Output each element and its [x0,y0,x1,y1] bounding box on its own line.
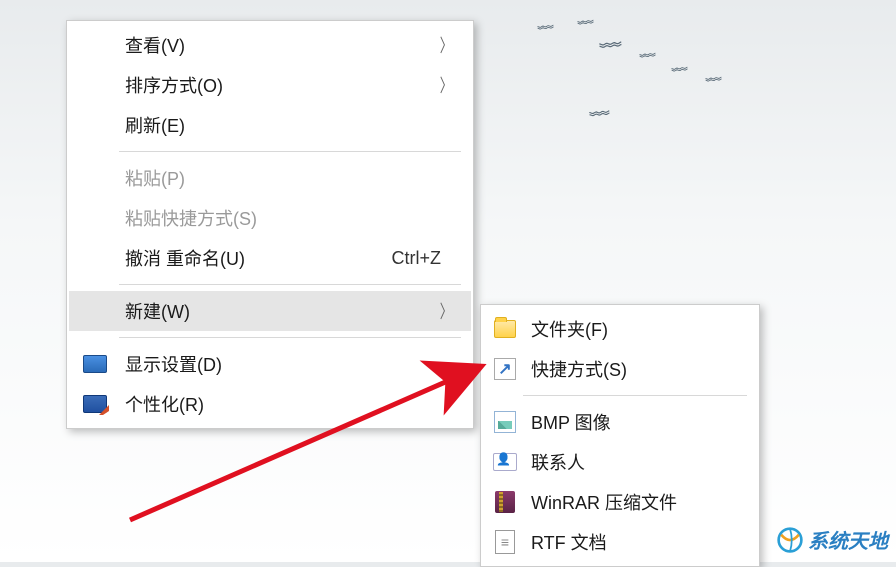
menu-separator [119,337,461,338]
menu-paste-shortcut: 粘贴快捷方式(S) [69,198,471,238]
menu-personalize[interactable]: 个性化(R) [69,384,471,424]
watermark: 系统天地 [776,525,888,554]
submenu-shortcut-label: 快捷方式(S) [531,356,745,382]
submenu-bmp-label: BMP 图像 [531,409,745,435]
bmp-file-icon [493,410,517,434]
bird-decoration: ﹌ [671,61,689,86]
shortcut-icon [493,357,517,381]
menu-refresh-label: 刷新(E) [125,112,459,138]
menu-paste-shortcut-label: 粘贴快捷方式(S) [125,205,459,231]
menu-refresh[interactable]: 刷新(E) [69,105,471,145]
personalize-icon [83,392,107,416]
submenu-shortcut[interactable]: 快捷方式(S) [483,349,757,389]
submenu-bmp[interactable]: BMP 图像 [483,402,757,442]
chevron-right-icon: 〉 [440,298,453,324]
menu-separator [119,151,461,152]
menu-undo-label: 撤消 重命名(U) [125,245,392,271]
menu-separator [523,395,747,396]
globe-icon [776,526,804,554]
bird-decoration: ﹌ [589,104,611,135]
submenu-rtf-label: RTF 文档 [531,529,745,555]
bird-decoration: ﹌ [705,71,723,96]
menu-personalize-label: 个性化(R) [125,391,459,417]
rtf-file-icon [493,530,517,554]
chevron-right-icon: 〉 [440,32,453,58]
bird-decoration: ﹌ [599,35,624,69]
menu-new[interactable]: 新建(W) 〉 [69,291,471,331]
menu-undo-rename[interactable]: 撤消 重命名(U) Ctrl+Z [69,238,471,278]
bird-decoration: ﹌ [577,14,595,39]
bird-decoration: ﹌ [639,47,657,72]
menu-display-settings[interactable]: 显示设置(D) [69,344,471,384]
menu-view-label: 查看(V) [125,32,459,58]
submenu-winrar[interactable]: WinRAR 压缩文件 [483,482,757,522]
contact-icon [493,450,517,474]
menu-display-label: 显示设置(D) [125,351,459,377]
desktop-context-menu: 查看(V) 〉 排序方式(O) 〉 刷新(E) 粘贴(P) 粘贴快捷方式(S) … [66,20,474,429]
menu-paste-label: 粘贴(P) [125,165,459,191]
menu-sort-label: 排序方式(O) [125,72,459,98]
watermark-text: 系统天地 [808,525,888,554]
folder-icon [493,317,517,341]
menu-view[interactable]: 查看(V) 〉 [69,25,471,65]
submenu-winrar-label: WinRAR 压缩文件 [531,489,745,515]
submenu-contact[interactable]: 联系人 [483,442,757,482]
new-submenu: 文件夹(F) 快捷方式(S) BMP 图像 联系人 WinRAR 压缩文件 RT… [480,304,760,567]
bird-decoration: ﹌ [537,19,555,44]
menu-paste: 粘贴(P) [69,158,471,198]
chevron-right-icon: 〉 [440,72,453,98]
submenu-folder[interactable]: 文件夹(F) [483,309,757,349]
menu-undo-shortcut: Ctrl+Z [392,248,442,269]
display-settings-icon [83,352,107,376]
menu-separator [119,284,461,285]
winrar-icon [493,490,517,514]
submenu-folder-label: 文件夹(F) [531,316,745,342]
menu-sort[interactable]: 排序方式(O) 〉 [69,65,471,105]
menu-new-label: 新建(W) [125,298,459,324]
submenu-contact-label: 联系人 [531,449,745,475]
submenu-rtf[interactable]: RTF 文档 [483,522,757,562]
